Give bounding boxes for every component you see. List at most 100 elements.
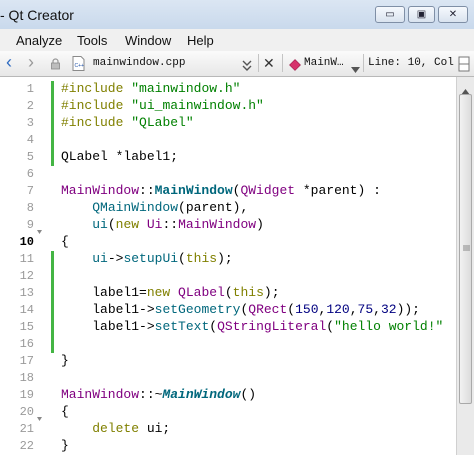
- file-name-combo[interactable]: mainwindow.cpp: [93, 57, 185, 69]
- change-marker: [51, 81, 54, 166]
- symbol-combo[interactable]: MainW…: [304, 57, 344, 69]
- line-number: 19: [19, 388, 34, 402]
- class-name: QWidget: [240, 183, 296, 198]
- fold-marker-icon[interactable]: [37, 222, 42, 234]
- vertical-scrollbar[interactable]: [456, 77, 474, 455]
- line-number: 20: [19, 405, 34, 419]
- menu-analyze[interactable]: Analyze: [16, 33, 62, 48]
- class-name: QLabel: [178, 285, 225, 300]
- code-line: label1=new QLabel(this);: [61, 285, 280, 300]
- number-literal: 75: [357, 302, 374, 317]
- code-line: MainWindow::MainWindow(QWidget *parent) …: [61, 183, 381, 198]
- code-text: ui;: [139, 421, 171, 436]
- menu-window[interactable]: Window: [125, 33, 171, 48]
- code-text: ,: [349, 302, 358, 317]
- scrollbar-thumb[interactable]: [459, 94, 472, 404]
- editor-toolbar: ‹ › C++ mainwindow.cpp ✕ MainW… Line: 10…: [0, 51, 474, 77]
- keyword: new: [146, 285, 171, 300]
- cpp-file-icon: C++: [72, 56, 85, 71]
- code-text: (: [209, 319, 218, 334]
- code-text: ::: [162, 217, 179, 232]
- code-line: ui(new Ui::MainWindow): [61, 217, 264, 232]
- chevron-down-icon[interactable]: [351, 60, 360, 78]
- function-name: QMainWindow: [92, 200, 179, 215]
- code-line: {: [61, 404, 69, 419]
- code-text: ));: [396, 302, 420, 317]
- code-text: ::: [139, 183, 155, 198]
- namespace-name: Ui: [146, 217, 163, 232]
- file-dropdown-arrow-icon[interactable]: [240, 56, 254, 77]
- fold-marker-icon[interactable]: [37, 409, 42, 421]
- code-text: (: [178, 251, 186, 266]
- code-text: (: [224, 285, 233, 300]
- code-line: }: [61, 353, 69, 368]
- line-number: 13: [19, 286, 34, 300]
- code-text: label1=: [92, 285, 147, 300]
- keyword: this: [185, 251, 218, 266]
- code-text: );: [217, 251, 233, 266]
- constructor-name: MainWindow: [154, 183, 233, 198]
- code-line: #include "ui_mainwindow.h": [61, 98, 264, 113]
- maximize-button[interactable]: ▣: [408, 6, 435, 23]
- lock-icon: [50, 57, 61, 70]
- string-literal: "hello world!": [334, 319, 444, 334]
- line-number: 2: [26, 99, 34, 113]
- line-number: 8: [26, 201, 34, 215]
- code-text: (: [326, 319, 335, 334]
- toolbar-separator: [363, 54, 364, 72]
- change-marker: [51, 251, 54, 353]
- code-line: {: [61, 234, 69, 249]
- number-literal: 150: [295, 302, 319, 317]
- line-number: 17: [19, 354, 34, 368]
- code-text: ::~: [139, 387, 163, 402]
- line-number: 4: [26, 133, 34, 147]
- preprocessor: #include: [61, 115, 124, 130]
- code-text: );: [263, 285, 280, 300]
- code-line: #include "QLabel": [61, 115, 194, 130]
- code-text: label1->: [92, 319, 155, 334]
- number-literal: 120: [326, 302, 350, 317]
- keyword: delete: [92, 421, 140, 436]
- include-string: "QLabel": [131, 115, 194, 130]
- preprocessor: #include: [61, 81, 124, 96]
- code-text: *label1;: [107, 149, 179, 164]
- code-text: ,: [373, 302, 381, 317]
- member-name: ui: [92, 251, 108, 266]
- cursor-position-label[interactable]: Line: 10, Col: [368, 57, 454, 69]
- code-editor[interactable]: 1 2 3 4 5 6 7 8 9 10 11 12 13 14 15 16 1…: [0, 77, 456, 455]
- class-name: QRect: [248, 302, 288, 317]
- code-line: label1->setText(QStringLiteral("hello wo…: [61, 319, 443, 334]
- class-name: QStringLiteral: [217, 319, 327, 334]
- preprocessor: #include: [61, 98, 124, 113]
- code-text: (): [240, 387, 257, 402]
- code-line: label1->setGeometry(QRect(150,120,75,32)…: [61, 302, 420, 317]
- code-text: (: [107, 217, 116, 232]
- forward-icon[interactable]: ›: [28, 52, 34, 73]
- line-number: 3: [26, 116, 34, 130]
- code-text: ->: [107, 251, 124, 266]
- line-number: 12: [19, 269, 34, 283]
- include-string: "mainwindow.h": [131, 81, 241, 96]
- destructor-name: MainWindow: [162, 387, 241, 402]
- code-line: ui->setupUi(this);: [61, 251, 233, 266]
- function-name: setGeometry: [154, 302, 241, 317]
- minimize-button[interactable]: ▭: [375, 6, 405, 23]
- toolbar-separator: [282, 54, 283, 72]
- split-icon[interactable]: [458, 56, 470, 77]
- menu-help[interactable]: Help: [187, 33, 214, 48]
- line-number: 11: [19, 252, 34, 266]
- back-icon[interactable]: ‹: [6, 52, 12, 73]
- line-number: 18: [19, 371, 34, 385]
- close-document-icon[interactable]: ✕: [263, 55, 275, 72]
- close-button[interactable]: ✕: [438, 6, 468, 23]
- code-text: label1->: [92, 302, 155, 317]
- line-number: 5: [26, 150, 34, 164]
- window-title: - Qt Creator: [0, 7, 74, 23]
- class-name: MainWindow: [61, 387, 140, 402]
- menu-tools[interactable]: Tools: [77, 33, 107, 48]
- line-number: 22: [19, 439, 34, 453]
- svg-text:C++: C++: [75, 63, 85, 69]
- toolbar-separator: [258, 54, 259, 72]
- class-name: MainWindow: [61, 183, 140, 198]
